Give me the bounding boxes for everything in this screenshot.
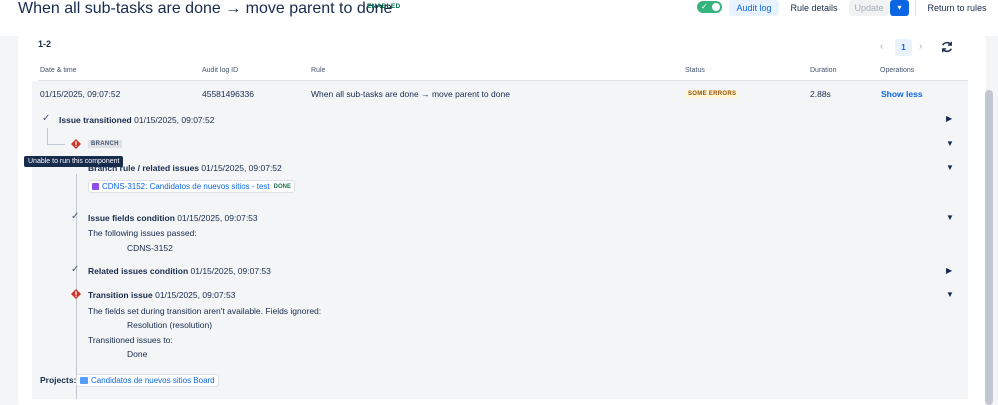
chevron-down-icon[interactable]: ▼ (946, 139, 954, 148)
toggle-knob (712, 3, 720, 11)
update-button[interactable]: Update (849, 0, 889, 16)
pagination-prev-icon[interactable]: ‹ (880, 41, 883, 52)
header-divider (915, 0, 916, 16)
show-less-link[interactable]: Show less (881, 89, 923, 99)
success-check-icon: ✓ (71, 264, 80, 275)
page-scrollbar[interactable] (985, 90, 993, 405)
passed-issue-key: CDNS-3152 (127, 243, 173, 253)
project-chip[interactable]: Candidatos de nuevos sitios Board (76, 374, 219, 387)
row-duration: 2.88s (810, 89, 831, 99)
issue-chip-key: CDNS-3152: Candidatos de nuevos sitios -… (102, 182, 270, 192)
transition-issue-item[interactable]: Transition issue 01/15/2025, 09:07:53 (88, 290, 235, 300)
branch-lozenge: BRANCH (88, 140, 122, 148)
fields-condition-detail: The following issues passed: (88, 228, 197, 238)
chevron-down-icon[interactable]: ▼ (946, 213, 954, 222)
transition-detail-target: Transitioned issues to: (88, 335, 173, 345)
issue-chip[interactable]: CDNS-3152: Candidatos de nuevos sitios -… (88, 180, 295, 193)
tree-connector (47, 144, 65, 145)
column-header-datetime: Date & time (40, 67, 77, 74)
error-icon (71, 289, 81, 299)
row-log-id: 45581496336 (202, 89, 255, 99)
top-bar: When all sub-tasks are done → move paren… (0, 0, 998, 36)
status-badge: SOME ERRORS (686, 90, 739, 98)
issue-status-badge: DONE (273, 183, 291, 190)
column-header-operations: Operations (880, 67, 915, 74)
pagination-page-1[interactable]: 1 (895, 39, 912, 56)
tree-connector (76, 174, 77, 399)
ignored-field: Resolution (resolution) (127, 320, 213, 330)
branch-rule-item[interactable]: Branch rule / related issues 01/15/2025,… (88, 163, 282, 173)
issue-fields-condition-item[interactable]: Issue fields condition 01/15/2025, 09:07… (88, 213, 258, 223)
success-check-icon: ✓ (71, 211, 80, 222)
audit-log-button[interactable]: Audit log (729, 0, 779, 16)
transition-detail-fields: The fields set during transition aren't … (88, 306, 322, 316)
column-header-rule: Rule (311, 67, 326, 74)
success-check-icon: ✓ (42, 113, 51, 124)
subtask-icon (92, 183, 99, 191)
column-header-status: Status (685, 67, 705, 74)
target-status: Done (127, 349, 148, 359)
result-count: 1-2 (38, 39, 52, 49)
enabled-lozenge: ENABLED (367, 3, 401, 10)
audit-log-card: 1-2 ‹ 1 › Date & time Audit log ID Rule … (18, 36, 986, 405)
page-title: When all sub-tasks are done → move paren… (18, 0, 393, 17)
rule-details-button[interactable]: Rule details (786, 0, 842, 16)
tree-connector (47, 128, 48, 144)
chevron-down-icon[interactable]: ▼ (946, 163, 954, 172)
chevron-right-icon[interactable]: ▶ (946, 114, 952, 123)
chevron-down-icon[interactable]: ▼ (946, 290, 954, 299)
row-datetime: 01/15/2025, 09:07:52 (40, 89, 121, 99)
pagination-next-icon[interactable]: › (919, 41, 922, 52)
related-issues-condition-item[interactable]: Related issues condition 01/15/2025, 09:… (88, 266, 271, 276)
projects-label: Projects: (40, 375, 77, 385)
issue-transitioned-item[interactable]: Issue transitioned 01/15/2025, 09:07:52 (59, 115, 214, 125)
table-row-expanded (32, 81, 968, 399)
column-header-log-id: Audit log ID (202, 67, 239, 74)
chevron-right-icon[interactable]: ▶ (946, 266, 952, 275)
row-rule-name: When all sub-tasks are done → move paren… (311, 89, 510, 99)
check-icon: ✓ (701, 2, 708, 11)
column-header-duration: Duration (810, 67, 837, 74)
project-name: Candidatos de nuevos sitios Board (91, 376, 215, 386)
refresh-icon[interactable] (940, 40, 954, 54)
rule-enabled-toggle[interactable]: ✓ (697, 1, 722, 13)
board-icon (80, 377, 88, 385)
return-to-rules-button[interactable]: Return to rules (924, 0, 990, 16)
update-dropdown-button[interactable]: ▾ (890, 0, 909, 16)
error-icon (71, 139, 81, 149)
